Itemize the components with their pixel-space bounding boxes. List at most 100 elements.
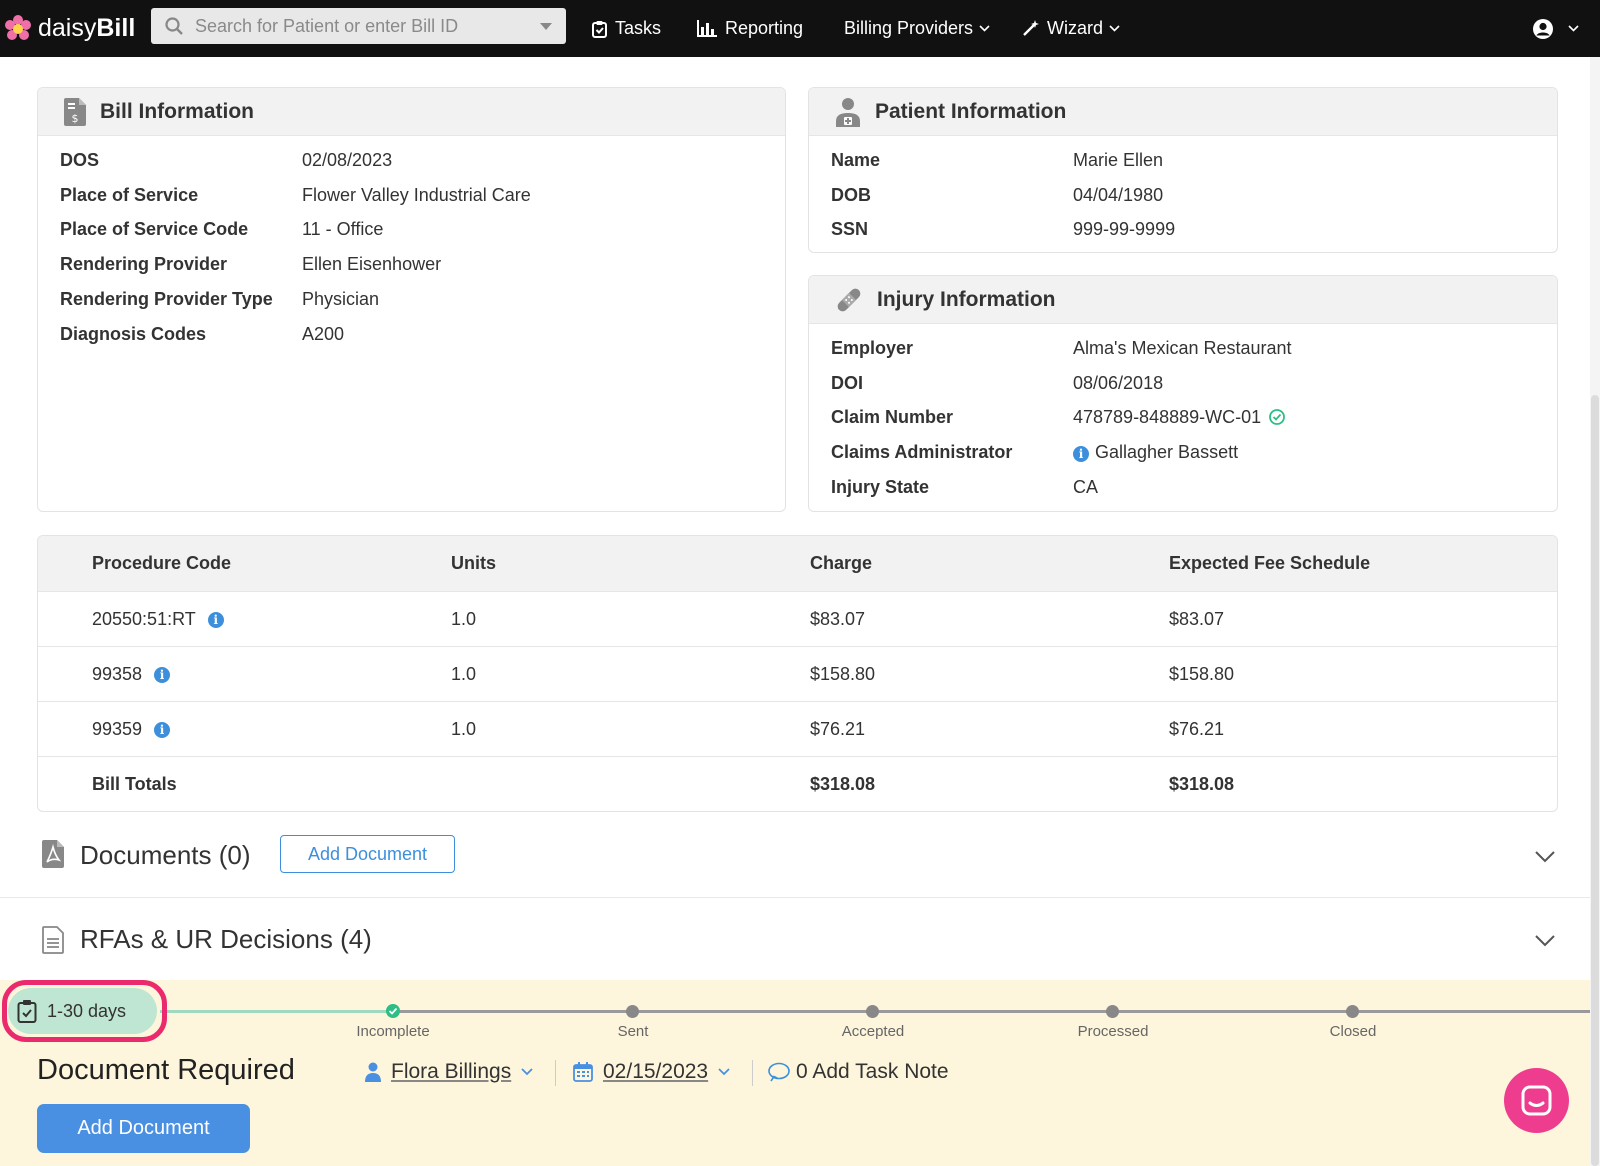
- units-cell: 1.0: [451, 609, 477, 629]
- col-charge: Charge: [810, 553, 873, 573]
- logo-text: daisyBill: [38, 14, 136, 42]
- verified-check-icon: [1269, 409, 1286, 425]
- field-label: DOS: [60, 150, 100, 170]
- claims-administrator-value: Gallagher Bassett: [1095, 442, 1239, 462]
- injury-information-panel: Injury Information Employer Alma's Mexica…: [808, 275, 1558, 512]
- table-header-row: Procedure Code Units Charge Expected Fee…: [38, 536, 1557, 591]
- info-icon[interactable]: i: [207, 611, 224, 628]
- top-nav: daisyBill Tasks Reporting Billing Provid…: [0, 0, 1600, 57]
- user-circle-icon: [1533, 18, 1553, 39]
- document-lines-icon: [42, 926, 64, 954]
- claims-administrator-link[interactable]: i Gallagher Bassett: [1073, 442, 1238, 463]
- field-value: Physician: [302, 289, 380, 309]
- user-menu[interactable]: [1532, 0, 1587, 57]
- speech-bubble-icon: [768, 1062, 790, 1082]
- field-value: 02/08/2023: [302, 150, 393, 170]
- field-value: Ellen Eisenhower: [302, 254, 442, 274]
- procedure-table: Procedure Code Units Charge Expected Fee…: [37, 535, 1558, 812]
- nav-wizard[interactable]: Wizard: [1022, 0, 1128, 57]
- field-label: Diagnosis Codes: [60, 324, 207, 344]
- procedure-code-cell: 99358 i: [92, 647, 171, 702]
- procedure-code: 20550:51:RT: [92, 609, 196, 629]
- documents-section: Documents (0): [0, 814, 1590, 898]
- search-icon: [165, 17, 183, 35]
- bill-information-header: $ Bill Information: [38, 88, 785, 136]
- chevron-down-icon: [521, 1068, 533, 1076]
- step-dot-processed: [1106, 1005, 1119, 1018]
- nav-billing-providers-label: Billing Providers: [844, 18, 974, 38]
- injury-information-header: Injury Information: [809, 276, 1557, 324]
- svg-text:$: $: [72, 112, 79, 125]
- expected-fee-cell: $83.07: [1169, 609, 1225, 629]
- daisy-logo-icon: [5, 14, 31, 40]
- step-dot-closed: [1346, 1005, 1359, 1018]
- chevron-down-icon: [1568, 25, 1579, 32]
- field-label: Claim Number: [831, 407, 954, 427]
- field-label: Employer: [831, 338, 914, 358]
- expected-fee-cell: $76.21: [1169, 719, 1225, 739]
- step-complete-check-icon: [386, 1004, 400, 1018]
- field-value: Marie Ellen: [1073, 150, 1164, 170]
- nav-billing-providers[interactable]: Billing Providers: [844, 0, 998, 57]
- table-row: 20550:51:RT i 1.0 $83.07 $83.07: [38, 591, 1557, 646]
- info-icon[interactable]: i: [154, 666, 171, 683]
- procedure-code-cell: 20550:51:RT i: [92, 592, 224, 647]
- add-document-button[interactable]: Add Document: [280, 835, 455, 873]
- field-label: Place of Service: [60, 185, 199, 205]
- calendar-icon: [573, 1062, 593, 1082]
- charge-cell: $83.07: [810, 609, 866, 629]
- field-label: DOI: [831, 373, 864, 393]
- task-due-date-dropdown[interactable]: 02/15/2023: [573, 1060, 730, 1084]
- invoice-dollar-icon: $: [64, 97, 86, 126]
- nav-reporting[interactable]: Reporting: [697, 0, 803, 57]
- patient-information-header: Patient Information: [809, 88, 1557, 136]
- search-box[interactable]: [151, 8, 566, 44]
- field-label: Rendering Provider: [60, 254, 228, 274]
- step-label-closed: Closed: [1329, 1023, 1377, 1040]
- logo[interactable]: daisyBill: [4, 14, 135, 43]
- step-label-sent: Sent: [617, 1023, 649, 1040]
- scrollbar-thumb[interactable]: [1591, 395, 1599, 1166]
- task-add-document-button[interactable]: Add Document: [37, 1104, 250, 1153]
- add-task-note-label: 0 Add Task Note: [796, 1060, 949, 1083]
- chevron-down-icon[interactable]: [1535, 935, 1555, 947]
- add-task-note-link[interactable]: 0 Add Task Note: [768, 1060, 949, 1084]
- charge-cell: $158.80: [810, 664, 876, 684]
- rfas-section[interactable]: RFAs & UR Decisions (4): [0, 898, 1590, 982]
- user-icon: [365, 1062, 381, 1082]
- field-label: DOB: [831, 185, 871, 205]
- task-assignee-dropdown[interactable]: Flora Billings: [365, 1060, 533, 1084]
- table-row: 99359 i 1.0 $76.21 $76.21: [38, 701, 1557, 756]
- chevron-down-icon: [1109, 25, 1120, 32]
- field-label: Rendering Provider Type: [60, 289, 273, 309]
- step-label-processed: Processed: [1077, 1023, 1149, 1040]
- panel-title: Patient Information: [875, 99, 1067, 123]
- col-procedure-code: Procedure Code: [92, 553, 232, 573]
- table-row: 99358 i 1.0 $158.80 $158.80: [38, 646, 1557, 701]
- nav-tasks[interactable]: Tasks: [592, 0, 661, 57]
- info-icon[interactable]: i: [154, 721, 171, 738]
- bar-chart-icon: [697, 20, 717, 37]
- patient-user-icon: [836, 97, 860, 127]
- bill-information-panel: $ Bill Information DOS 02/08/2023 Place o…: [37, 87, 786, 512]
- field-label: SSN: [831, 219, 869, 239]
- field-value: 11 - Office: [302, 219, 384, 239]
- field-label: Place of Service Code: [60, 219, 249, 239]
- procedure-code-cell: 99359 i: [92, 702, 171, 757]
- panel-title: Injury Information: [877, 287, 1056, 311]
- chat-launcher-button[interactable]: [1504, 1068, 1569, 1133]
- field-value: CA: [1073, 477, 1099, 497]
- info-icon[interactable]: i: [1073, 446, 1089, 462]
- charge-cell: $76.21: [810, 719, 866, 739]
- nav-tasks-label: Tasks: [615, 18, 662, 38]
- field-value: 999-99-9999: [1073, 219, 1176, 239]
- divider: [555, 1060, 556, 1086]
- nav-reporting-label: Reporting: [725, 18, 804, 38]
- chevron-down-icon: [979, 25, 990, 32]
- search-input[interactable]: [195, 15, 535, 37]
- step-label-accepted: Accepted: [841, 1023, 905, 1040]
- field-value: 04/04/1980: [1073, 185, 1164, 205]
- chevron-down-icon[interactable]: [1535, 851, 1555, 863]
- highlight-ring: [2, 980, 167, 1042]
- search-dropdown-caret-icon[interactable]: [540, 23, 552, 30]
